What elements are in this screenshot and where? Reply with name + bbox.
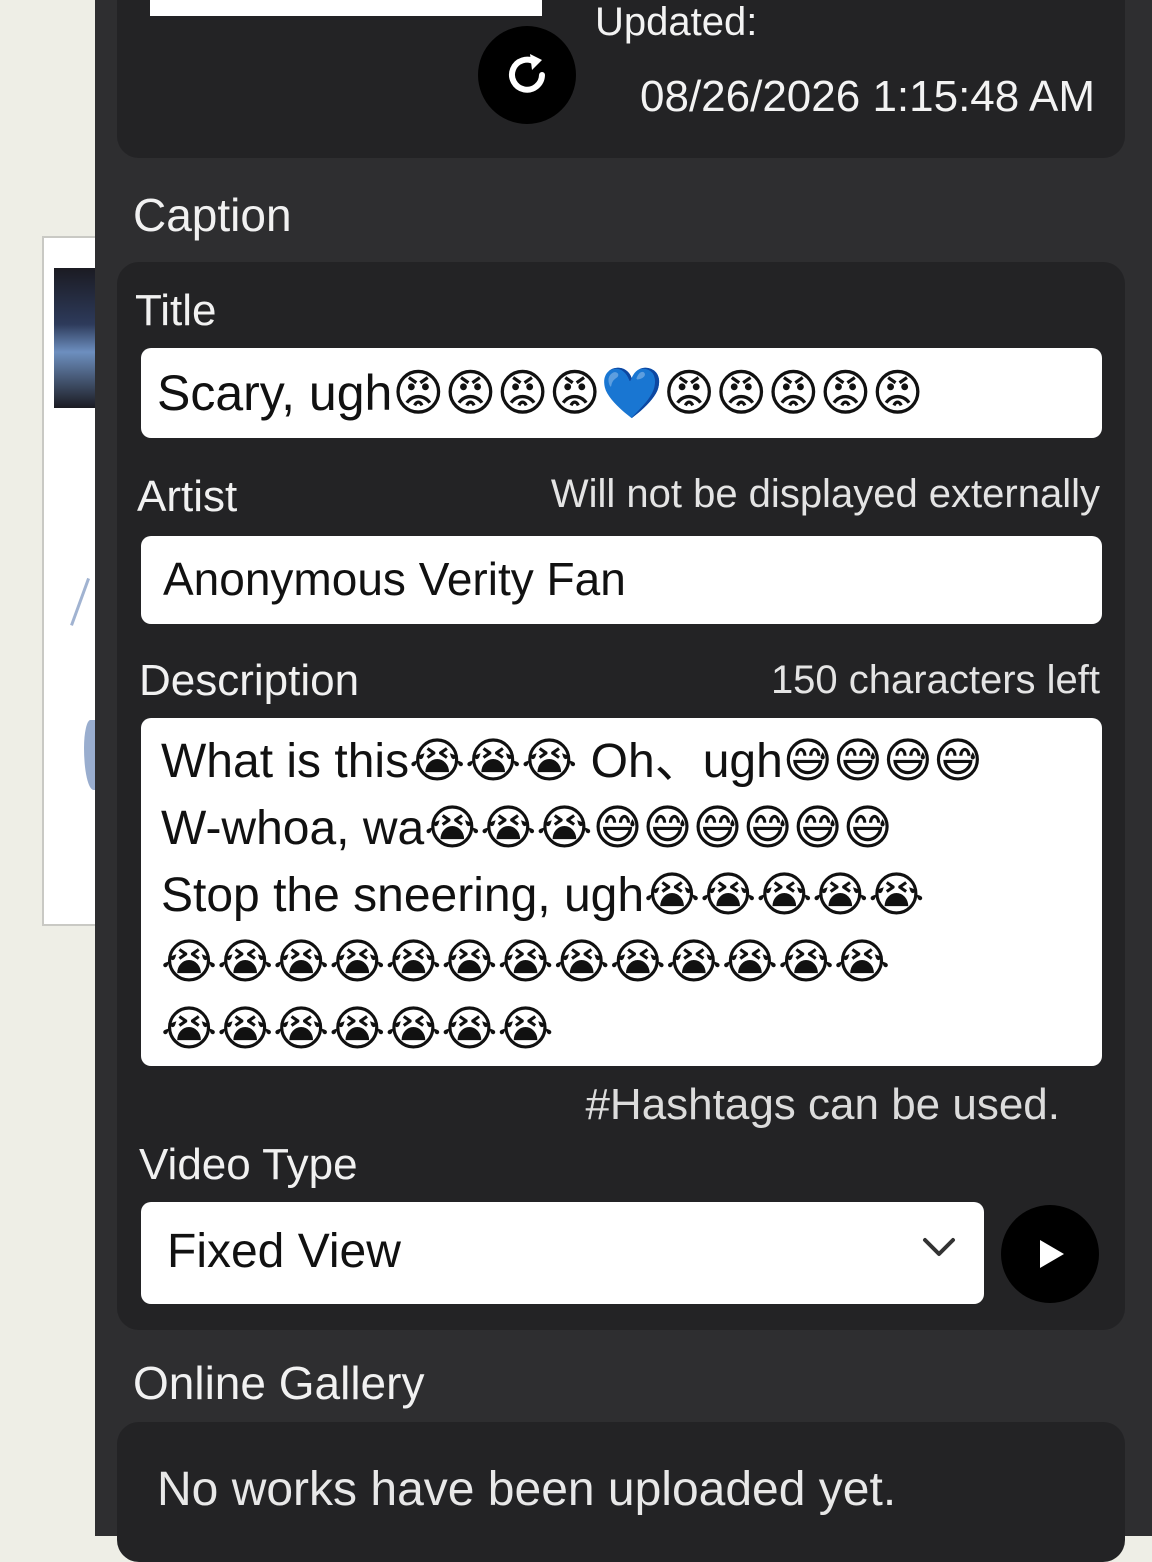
title-input[interactable]: Scary, ugh😡😡😡😡💙😡😡😡😡😡 [141, 348, 1102, 438]
characters-left-counter: 150 characters left [770, 658, 1100, 702]
online-gallery-heading: Online Gallery [133, 1357, 425, 1409]
play-preview-button[interactable] [1001, 1205, 1099, 1303]
video-type-label: Video Type [139, 1140, 358, 1189]
gallery-empty-message: No works have been uploaded yet. [157, 1463, 897, 1516]
title-label: Title [135, 286, 217, 335]
caption-heading: Caption [133, 189, 292, 241]
description-textarea[interactable]: What is this😭😭😭 Oh、ugh😅😅😅😅 W-whoa, wa😭😭😭… [141, 718, 1102, 1066]
video-type-select[interactable]: Fixed View [141, 1202, 984, 1304]
refresh-button[interactable] [478, 26, 576, 124]
description-label: Description [139, 656, 360, 705]
artist-hint: Will not be displayed externally [550, 472, 1100, 516]
play-icon [1040, 1240, 1064, 1268]
chevron-down-icon [923, 1238, 955, 1256]
updated-timestamp: 08/26/2026 1:15:48 AM [640, 72, 1096, 121]
image-preview-strip [150, 0, 542, 16]
artist-input[interactable]: Anonymous Verity Fan [141, 536, 1102, 624]
video-type-value: Fixed View [167, 1225, 401, 1278]
updated-label: Updated: [595, 0, 758, 44]
refresh-icon [509, 54, 545, 93]
edit-panel: Updated: 08/26/2026 1:15:48 AM Caption T… [95, 0, 1152, 1562]
artist-label: Artist [137, 472, 238, 521]
hashtag-note: #Hashtags can be used. [585, 1080, 1060, 1129]
